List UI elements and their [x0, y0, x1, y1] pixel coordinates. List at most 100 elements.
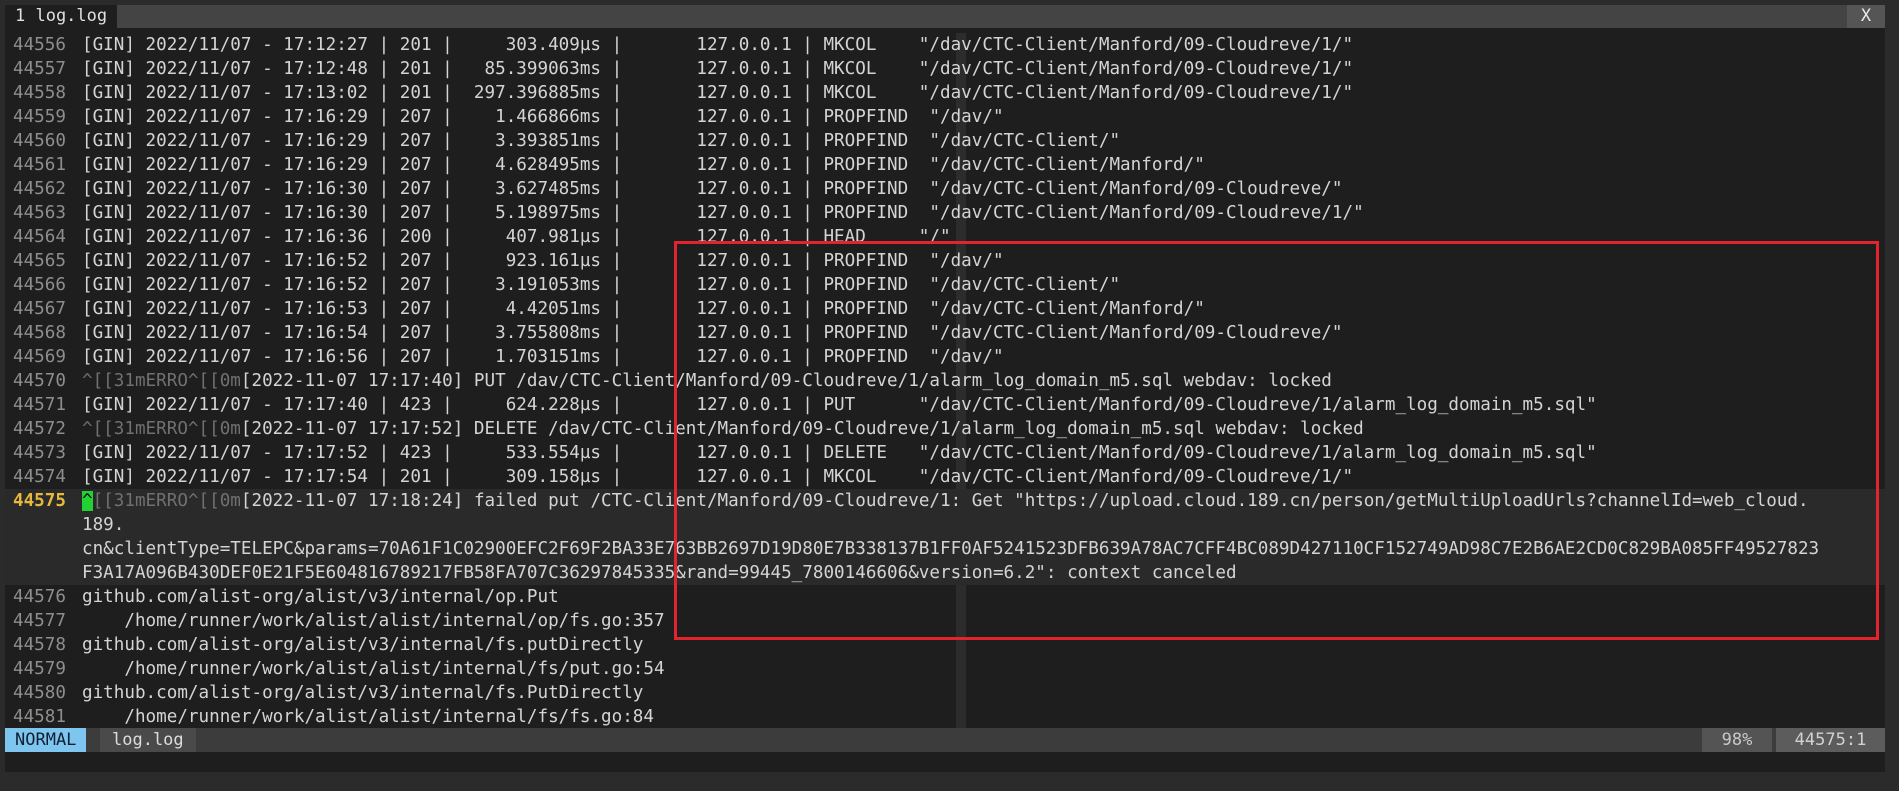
log-line: 44581 /home/runner/work/alist/alist/inte… — [5, 705, 1885, 728]
line-number: 44563 — [13, 203, 66, 223]
line-number: 44578 — [13, 635, 66, 655]
line-number: 44577 — [13, 611, 66, 631]
line-number: 44557 — [13, 59, 66, 79]
line-text: [GIN] 2022/11/07 - 17:16:54 | 207 | 3.75… — [82, 323, 1343, 343]
log-line: 44580 github.com/alist-org/alist/v3/inter… — [5, 681, 1885, 705]
log-line: 44574 [GIN] 2022/11/07 - 17:17:54 | 201 |… — [5, 465, 1885, 489]
editor-buffer[interactable]: 44556 [GIN] 2022/11/07 - 17:12:27 | 201 |… — [5, 33, 1885, 728]
line-text: /home/runner/work/alist/alist/internal/f… — [82, 707, 654, 727]
line-text: [GIN] 2022/11/07 - 17:16:30 | 207 | 3.62… — [82, 179, 1343, 199]
line-number: 44574 — [13, 467, 66, 487]
log-line: 44565 [GIN] 2022/11/07 - 17:16:52 | 207 |… — [5, 249, 1885, 273]
line-number: 44571 — [13, 395, 66, 415]
escape-caret: ^ — [187, 491, 199, 511]
line-number: 44558 — [13, 83, 66, 103]
error-message: [2022-11-07 17:18:24] failed put /CTC-Cl… — [240, 491, 1809, 511]
log-line: 44561 [GIN] 2022/11/07 - 17:16:29 | 207 |… — [5, 153, 1885, 177]
log-line: 44557 [GIN] 2022/11/07 - 17:12:48 | 201 |… — [5, 57, 1885, 81]
line-number: 44569 — [13, 347, 66, 367]
log-line-error: 44570 ^[[31mERRO^[[0m[2022-11-07 17:17:40… — [5, 369, 1885, 393]
cursor-line[interactable]: 44575 ^[[31mERRO^[[0m[2022-11-07 17:18:24… — [5, 489, 1885, 513]
log-line: 44573 [GIN] 2022/11/07 - 17:17:52 | 423 |… — [5, 441, 1885, 465]
log-line-error: 44572 ^[[31mERRO^[[0m[2022-11-07 17:17:52… — [5, 417, 1885, 441]
cursor-line-wrap: 189. — [5, 513, 1885, 537]
line-text: [GIN] 2022/11/07 - 17:16:29 | 207 | 1.46… — [82, 107, 1004, 127]
line-text: github.com/alist-org/alist/v3/internal/f… — [82, 683, 644, 703]
line-text: github.com/alist-org/alist/v3/internal/f… — [82, 635, 644, 655]
line-text: [GIN] 2022/11/07 - 17:17:40 | 423 | 624.… — [82, 395, 1597, 415]
cursor-line-wrap: F3A17A096B430DEF0E21F5E604816789217FB58F… — [5, 561, 1885, 585]
error-message: [2022-11-07 17:17:40] PUT /dav/CTC-Clien… — [240, 371, 1332, 391]
log-line: 44571 [GIN] 2022/11/07 - 17:17:40 | 423 |… — [5, 393, 1885, 417]
line-number: 44561 — [13, 155, 66, 175]
line-number: 44562 — [13, 179, 66, 199]
line-text: /home/runner/work/alist/alist/internal/f… — [82, 659, 665, 679]
line-text: [GIN] 2022/11/07 - 17:17:54 | 201 | 309.… — [82, 467, 1354, 487]
line-number: 44570 — [13, 371, 66, 391]
error-message: [2022-11-07 17:17:52] DELETE /dav/CTC-Cl… — [240, 419, 1364, 439]
line-number: 44568 — [13, 323, 66, 343]
log-line: 44577 /home/runner/work/alist/alist/inte… — [5, 609, 1885, 633]
wrapped-text: cn&clientType=TELEPC&params=70A61F1C0290… — [82, 539, 1820, 559]
log-line: 44566 [GIN] 2022/11/07 - 17:16:52 | 207 |… — [5, 273, 1885, 297]
line-text: ^[[31mERRO^[[0m[2022-11-07 17:17:52] DEL… — [82, 417, 1364, 441]
mode-indicator: NORMAL — [5, 728, 87, 752]
line-number: 44573 — [13, 443, 66, 463]
log-line: 44556 [GIN] 2022/11/07 - 17:12:27 | 201 |… — [5, 33, 1885, 57]
log-line: 44560 [GIN] 2022/11/07 - 17:16:29 | 207 |… — [5, 129, 1885, 153]
line-text: github.com/alist-org/alist/v3/internal/o… — [82, 587, 559, 607]
escape-sequence: ^[[31mERRO^[[0m — [82, 371, 241, 391]
vim-window: 1 log.log X 44556 [GIN] 2022/11/07 - 17:1… — [5, 5, 1885, 772]
line-number: 44566 — [13, 275, 66, 295]
line-text: [GIN] 2022/11/07 - 17:16:56 | 207 | 1.70… — [82, 347, 1004, 367]
log-line: 44562 [GIN] 2022/11/07 - 17:16:30 | 207 |… — [5, 177, 1885, 201]
wrapped-text: F3A17A096B430DEF0E21F5E604816789217FB58F… — [82, 563, 1237, 583]
cursor-position: 44575:1 — [1776, 728, 1885, 752]
log-line: 44576 github.com/alist-org/alist/v3/inter… — [5, 585, 1885, 609]
text-cursor: ^ — [82, 491, 93, 511]
log-line: 44564 [GIN] 2022/11/07 - 17:16:36 | 200 |… — [5, 225, 1885, 249]
line-text: [GIN] 2022/11/07 - 17:16:30 | 207 | 5.19… — [82, 203, 1364, 223]
close-tab-button[interactable]: X — [1847, 5, 1885, 28]
line-text: [GIN] 2022/11/07 - 17:17:52 | 423 | 533.… — [82, 443, 1597, 463]
log-line: 44567 [GIN] 2022/11/07 - 17:16:53 | 207 |… — [5, 297, 1885, 321]
log-line: 44579 /home/runner/work/alist/alist/inte… — [5, 657, 1885, 681]
escape-sequence: [[31mERRO — [92, 491, 188, 511]
escape-sequence-reset: [[0m — [198, 491, 241, 511]
line-text: [GIN] 2022/11/07 - 17:16:52 | 207 | 3.19… — [82, 275, 1121, 295]
line-text: [GIN] 2022/11/07 - 17:16:52 | 207 | 923.… — [82, 251, 1004, 271]
statusline-filename: log.log — [100, 728, 196, 752]
line-text: [GIN] 2022/11/07 - 17:16:36 | 200 | 407.… — [82, 227, 951, 247]
wrapped-text: 189. — [82, 515, 125, 535]
log-line: 44558 [GIN] 2022/11/07 - 17:13:02 | 201 |… — [5, 81, 1885, 105]
line-number: 44567 — [13, 299, 66, 319]
log-line: 44559 [GIN] 2022/11/07 - 17:16:29 | 207 |… — [5, 105, 1885, 129]
escape-sequence: ^[[31mERRO^[[0m — [82, 419, 241, 439]
line-text: ^[[31mERRO^[[0m[2022-11-07 17:18:24] fai… — [82, 489, 1809, 513]
line-text: [GIN] 2022/11/07 - 17:16:29 | 207 | 4.62… — [82, 155, 1205, 175]
tabline: 1 log.log X — [5, 5, 1885, 28]
line-number: 44572 — [13, 419, 66, 439]
line-number: 44556 — [13, 35, 66, 55]
scroll-percent: 98% — [1702, 728, 1772, 752]
line-text: [GIN] 2022/11/07 - 17:12:48 | 201 | 85.3… — [82, 59, 1354, 79]
line-text: [GIN] 2022/11/07 - 17:16:29 | 207 | 3.39… — [82, 131, 1121, 151]
current-line-number: 44575 — [13, 491, 66, 511]
line-number: 44579 — [13, 659, 66, 679]
line-text: /home/runner/work/alist/alist/internal/o… — [82, 611, 665, 631]
log-line: 44568 [GIN] 2022/11/07 - 17:16:54 | 207 |… — [5, 321, 1885, 345]
line-number: 44576 — [13, 587, 66, 607]
statusline: NORMAL log.log 98% 44575:1 — [5, 728, 1885, 752]
line-text: [GIN] 2022/11/07 - 17:13:02 | 201 | 297.… — [82, 83, 1354, 103]
tab-log-log[interactable]: 1 log.log — [5, 5, 118, 28]
line-number: 44565 — [13, 251, 66, 271]
line-number: 44564 — [13, 227, 66, 247]
command-line[interactable] — [5, 752, 1885, 772]
log-line: 44578 github.com/alist-org/alist/v3/inter… — [5, 633, 1885, 657]
line-number: 44581 — [13, 707, 66, 727]
line-number: 44560 — [13, 131, 66, 151]
log-line: 44563 [GIN] 2022/11/07 - 17:16:30 | 207 |… — [5, 201, 1885, 225]
line-text: [GIN] 2022/11/07 - 17:16:53 | 207 | 4.42… — [82, 299, 1205, 319]
cursor-line-wrap: cn&clientType=TELEPC&params=70A61F1C0290… — [5, 537, 1885, 561]
line-text: [GIN] 2022/11/07 - 17:12:27 | 201 | 303.… — [82, 35, 1354, 55]
